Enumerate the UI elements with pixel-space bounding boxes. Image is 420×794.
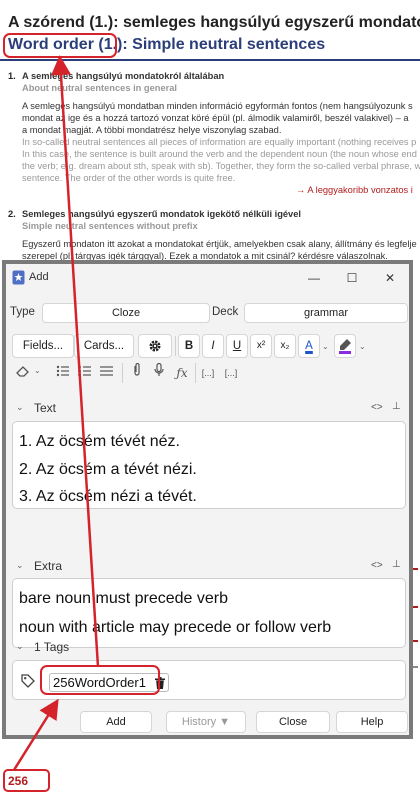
bold-button[interactable]: B	[178, 334, 200, 358]
function-icon[interactable]: ƒx	[172, 363, 192, 383]
tags-collapse-chevron-icon[interactable]: ⌄	[16, 641, 24, 652]
deck-selector[interactable]: grammar	[244, 303, 408, 323]
section2-paragraph-hu-line: Egyszerű mondaton itt azokat a mondatoka…	[22, 239, 417, 249]
tag-highlight-box	[40, 665, 160, 695]
deck-label: Deck	[212, 306, 239, 318]
close-window-button[interactable]: ✕	[372, 268, 408, 288]
text-color-button[interactable]: A	[298, 334, 320, 358]
section1-heading-hu: A semleges hangsúlyú mondatokról általáb…	[22, 71, 225, 81]
section1-paragraph-en-line: sentence. The order of the other words i…	[22, 173, 236, 183]
cloze-button[interactable]: [...]	[198, 363, 218, 383]
subscript-button[interactable]: x₂	[274, 334, 296, 358]
pin-icon[interactable]: ⊥	[392, 559, 401, 570]
section1-paragraph-hu-line: a mondat magját. A többi mondatrész hely…	[22, 125, 282, 135]
extra-field-collapse-chevron-icon[interactable]: ⌄	[16, 560, 24, 571]
note-type-selector[interactable]: Cloze	[42, 303, 210, 323]
section1-paragraph-hu-line: mondat az ige és a hozzá tartozó vonzat …	[22, 113, 409, 123]
text-color-chevron-icon[interactable]: ⌄	[322, 342, 329, 351]
microphone-icon[interactable]	[149, 362, 169, 383]
html-editor-toggle-icon[interactable]: <>	[371, 560, 383, 571]
extra-field-editor[interactable]: bare noun must precede verb noun with ar…	[12, 578, 406, 648]
numbered-list-icon[interactable]	[75, 363, 95, 383]
section2-heading-hu: Semleges hangsúlyú egyszerű mondatok ige…	[22, 209, 301, 219]
eraser-chevron-icon[interactable]: ⌄	[34, 366, 41, 375]
gear-icon	[149, 340, 161, 352]
eraser-icon[interactable]	[13, 363, 33, 383]
italic-button[interactable]: I	[202, 334, 224, 358]
text-field-collapse-chevron-icon[interactable]: ⌄	[16, 402, 24, 413]
annotation-number-label: 256	[3, 769, 50, 792]
dialog-title: Add	[29, 271, 49, 283]
toolbar-divider	[195, 363, 196, 383]
section1-paragraph-en-line: In this case, the sentence is built arou…	[22, 149, 417, 159]
text-field-editor[interactable]: 1. Az öcsém tévét néz. 2. Az öcsém a tév…	[12, 421, 406, 509]
anki-app-icon	[12, 270, 25, 285]
tags-header: 1 Tags	[34, 640, 70, 654]
text-field-label: Text	[34, 401, 57, 415]
highlighter-icon	[339, 339, 351, 354]
underline-button[interactable]: U	[226, 334, 248, 358]
attachment-icon[interactable]	[127, 362, 147, 383]
section2-number: 2.	[8, 209, 16, 219]
section1-heading-en: About neutral sentences in general	[22, 83, 177, 93]
pin-icon[interactable]: ⊥	[392, 401, 401, 412]
highlight-button[interactable]	[334, 334, 356, 358]
html-editor-toggle-icon[interactable]: <>	[371, 402, 383, 413]
toolbar-divider	[122, 363, 123, 383]
maximize-button[interactable]: ☐	[334, 268, 370, 288]
text-field-line: 3. Az öcsém nézi a tévét.	[19, 488, 197, 505]
section1-paragraph-en-line: In so-called neutral sentences all piece…	[22, 137, 417, 147]
help-button[interactable]: Help	[336, 711, 408, 733]
extra-field-label: Extra	[34, 559, 63, 573]
minimize-button[interactable]: —	[296, 268, 332, 288]
history-button[interactable]: History ▼	[166, 711, 246, 733]
word-order-highlight-box	[3, 33, 117, 58]
add-button[interactable]: Add	[80, 711, 152, 733]
text-field-line: 2. Az öcsém a tévét nézi.	[19, 461, 197, 478]
section1-paragraph-hu-line: A semleges hangsúlyú mondatban minden in…	[22, 101, 413, 111]
highlight-chevron-icon[interactable]: ⌄	[359, 342, 366, 351]
document-title: A szórend (1.): semleges hangsúlyú egysz…	[8, 14, 420, 31]
cloze-same-number-button[interactable]: [...]	[221, 363, 241, 383]
close-button[interactable]: Close	[256, 711, 330, 733]
options-button[interactable]	[138, 334, 172, 358]
section2-heading-en: Simple neutral sentences without prefix	[22, 221, 198, 231]
text-field-line: 1. Az öcsém tévét néz.	[19, 433, 180, 450]
align-icon[interactable]	[97, 363, 117, 383]
tag-icon	[21, 674, 35, 688]
superscript-button[interactable]: x²	[250, 334, 272, 358]
extra-field-line: bare noun must precede verb	[19, 590, 229, 607]
title-divider	[0, 59, 420, 61]
section1-link[interactable]: → A leggyakoribb vonzatos i	[296, 185, 413, 195]
section1-number: 1.	[8, 71, 16, 81]
cards-button[interactable]: Cards...	[74, 334, 134, 358]
toolbar-divider	[175, 336, 176, 356]
dialog-titlebar[interactable]: Add — ☐ ✕	[6, 264, 409, 292]
bullet-list-icon[interactable]	[53, 363, 73, 383]
fields-button[interactable]: Fields...	[12, 334, 74, 358]
section1-paragraph-en-line: the verb; e.g. dream about sth, speak wi…	[22, 161, 420, 171]
type-label: Type	[10, 306, 35, 318]
extra-field-line: noun with article may precede or follow …	[19, 619, 332, 636]
